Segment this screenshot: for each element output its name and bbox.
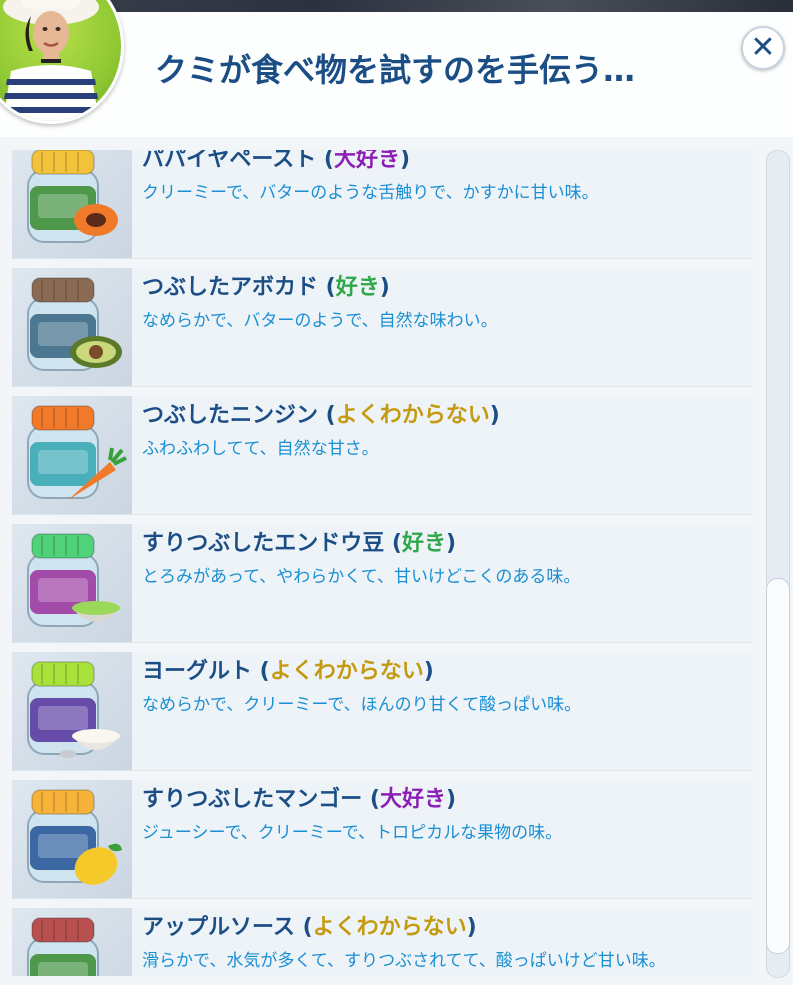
food-title: ヨーグルト (よくわからない): [142, 658, 434, 686]
scrollbar-thumb[interactable]: [766, 578, 790, 954]
avocado-icon: [27, 277, 122, 371]
food-jar-image: [12, 150, 132, 258]
pref-paren-close: ): [379, 275, 390, 300]
preference-label: 大好き: [379, 787, 446, 812]
food-jar-image: [12, 524, 132, 642]
pref-paren-open: (: [318, 403, 336, 428]
pref-paren-open: (: [318, 275, 336, 300]
pref-paren-open: (: [316, 150, 334, 172]
close-button[interactable]: ✕: [741, 26, 785, 70]
food-row[interactable]: つぶしたアボカド (好き) なめらかで、バターのようで、自然な味わい。: [12, 268, 752, 387]
food-row[interactable]: すりつぶしたエンドウ豆 (好き) とろみがあって、やわらかくて、甘いけどこくのある…: [12, 524, 752, 643]
apple-icon: [27, 917, 99, 976]
food-row[interactable]: パパイヤペースト (大好き) クリーミーで、バターのような舌触りで、かすかに甘い味…: [12, 150, 752, 259]
food-title: つぶしたニンジン (よくわからない): [142, 402, 500, 430]
mango-icon: [27, 789, 122, 885]
pref-paren-open: (: [362, 787, 380, 812]
food-name: ヨーグルト: [142, 659, 253, 684]
food-jar-image: [12, 652, 132, 770]
food-name: つぶしたニンジン: [142, 403, 319, 428]
food-list[interactable]: パパイヤペースト (大好き) クリーミーで、バターのような舌触りで、かすかに甘い味…: [12, 150, 752, 976]
papaya-icon: [27, 150, 118, 243]
pref-paren-close: ): [423, 659, 434, 684]
food-description: ジューシーで、クリーミーで、トロピカルな果物の味。: [142, 823, 563, 843]
preference-label: よくわからない: [312, 915, 467, 940]
pref-paren-close: ): [445, 787, 457, 812]
food-description: ふわふわしてて、自然な甘さ。: [142, 439, 379, 459]
pref-paren-open: (: [252, 659, 270, 684]
pea-bowl-icon: [27, 533, 120, 627]
food-name: アップルソース: [142, 915, 295, 940]
preference-label: よくわからない: [335, 403, 490, 428]
food-title: すりつぶしたエンドウ豆 (好き): [142, 530, 456, 558]
yogurt-bowl-icon: [27, 661, 120, 758]
food-description: とろみがあって、やわらかくて、甘いけどこくのある味。: [142, 567, 581, 587]
food-name: すりつぶしたマンゴー: [142, 787, 363, 812]
food-row[interactable]: アップルソース (よくわからない) 滑らかで、水気が多くて、すりつぶされてて、酸っ…: [12, 908, 752, 976]
food-jar-image: [12, 908, 132, 976]
carrot-icon: [27, 405, 127, 500]
food-title: つぶしたアボカド (好き): [142, 274, 390, 302]
pref-paren-open: (: [384, 531, 402, 556]
food-jar-image: [12, 780, 132, 898]
preference-label: 好き: [335, 275, 380, 300]
preference-label: 好き: [401, 531, 446, 556]
dialog-title: クミが食べ物を試すのを手伝う…: [154, 51, 635, 89]
food-name: すりつぶしたエンドウ豆: [142, 531, 385, 556]
food-name: つぶしたアボカド: [142, 275, 319, 300]
food-description: なめらかで、バターのようで、自然な味わい。: [142, 311, 498, 331]
food-description: 滑らかで、水気が多くて、すりつぶされてて、酸っぱいけど甘い味。: [142, 951, 666, 971]
pref-paren-close: ): [399, 150, 411, 172]
pref-paren-open: (: [294, 915, 313, 940]
food-description: クリーミーで、バターのような舌触りで、かすかに甘い味。: [142, 183, 599, 203]
pref-paren-close: ): [445, 531, 457, 556]
food-title: パパイヤペースト (大好き): [142, 150, 410, 174]
food-row[interactable]: つぶしたニンジン (よくわからない) ふわふわしてて、自然な甘さ。: [12, 396, 752, 515]
food-description: なめらかで、クリーミーで、ほんのり甘くて酸っぱい味。: [142, 695, 582, 715]
preference-label: よくわからない: [269, 659, 424, 684]
food-row[interactable]: ヨーグルト (よくわからない) なめらかで、クリーミーで、ほんのり甘くて酸っぱい味…: [12, 652, 752, 771]
pref-paren-close: ): [489, 403, 500, 428]
food-name: パパイヤペースト: [142, 150, 317, 172]
food-title: アップルソース (よくわからない): [142, 914, 477, 942]
food-title: すりつぶしたマンゴー (大好き): [142, 786, 456, 814]
food-row[interactable]: すりつぶしたマンゴー (大好き) ジューシーで、クリーミーで、トロピカルな果物の味…: [12, 780, 752, 899]
food-jar-image: [12, 396, 132, 514]
preference-label: 大好き: [333, 150, 400, 172]
close-icon: ✕: [750, 30, 776, 65]
food-jar-image: [12, 268, 132, 386]
pref-paren-close: ): [466, 915, 477, 940]
